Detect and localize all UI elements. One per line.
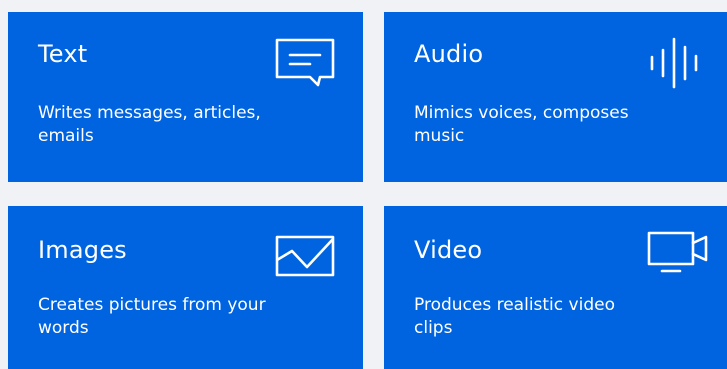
sound-wave-icon — [648, 36, 704, 90]
card-images: Images Creates pictures from your words — [8, 206, 363, 369]
capabilities-grid: Text Writes messages, articles, emails A… — [0, 0, 727, 369]
card-description: Creates pictures from your words — [38, 295, 266, 338]
image-icon — [274, 234, 336, 278]
card-title: Audio — [414, 40, 484, 68]
card-description: Mimics voices, composes music — [414, 103, 629, 146]
chat-bubble-icon — [274, 37, 336, 89]
card-audio: Audio Mimics voices, composes music — [384, 12, 727, 182]
card-title: Text — [38, 40, 88, 68]
card-text: Text Writes messages, articles, emails — [8, 12, 363, 182]
card-video: Video Produces realistic video clips — [384, 206, 727, 369]
card-title: Video — [414, 236, 483, 264]
card-description: Produces realistic video clips — [414, 295, 615, 338]
video-camera-icon — [646, 230, 710, 274]
card-title: Images — [38, 236, 127, 264]
card-description: Writes messages, articles, emails — [38, 103, 261, 146]
